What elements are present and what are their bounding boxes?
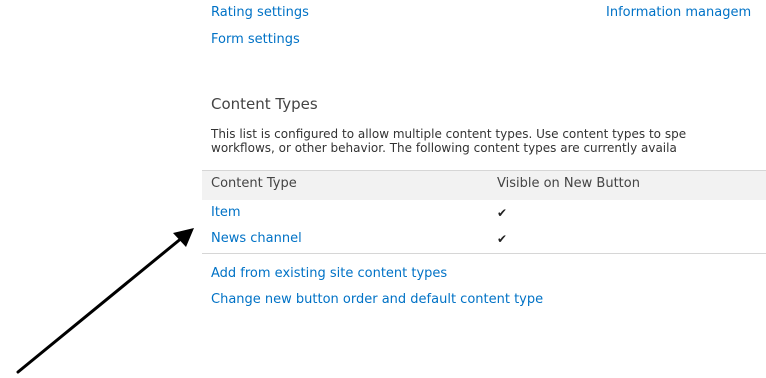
list-settings-page: Rating settings Information managem Form… <box>0 0 766 378</box>
annotation-arrow-icon <box>16 228 194 374</box>
